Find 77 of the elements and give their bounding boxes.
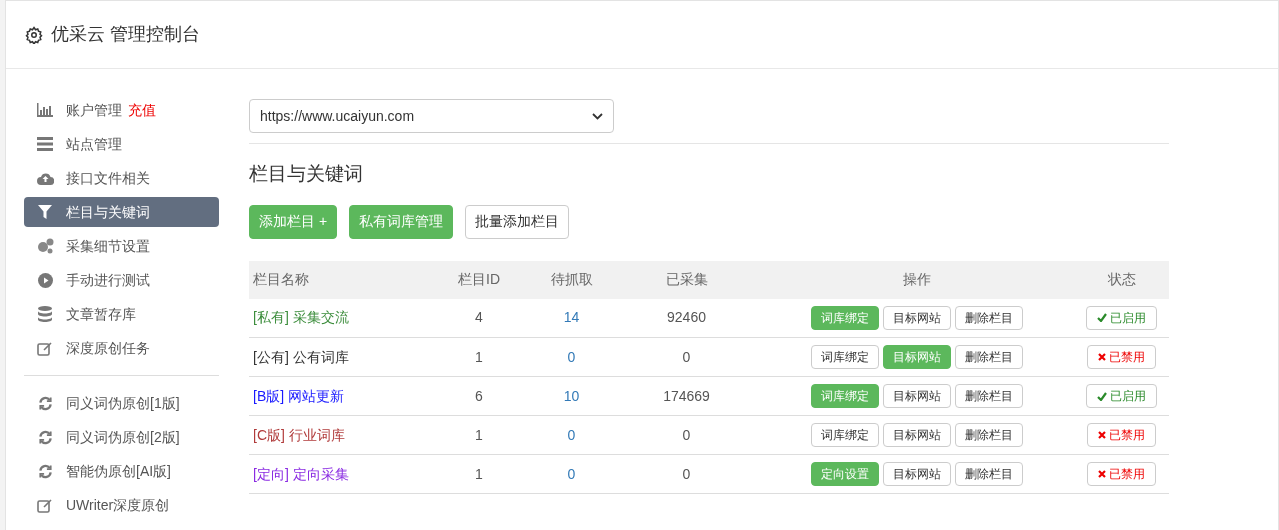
action-button[interactable]: 目标网站: [882, 423, 951, 447]
column-name: [定向] 定向采集: [249, 454, 429, 494]
table-cell: 6: [429, 376, 529, 416]
column-header: 栏目ID: [429, 260, 529, 299]
table-cell: 10: [529, 376, 614, 416]
check-icon: [1097, 313, 1107, 323]
sidebar-item[interactable]: 账户管理 充值: [24, 95, 219, 125]
sidebar-item[interactable]: 深度原创任务: [24, 333, 219, 363]
sidebar-item[interactable]: 接口文件相关: [24, 163, 219, 193]
table-cell: 0: [529, 415, 614, 455]
action-button[interactable]: 删除栏目: [954, 305, 1023, 330]
bar-chart-icon: [37, 103, 53, 117]
edit-icon: [37, 497, 53, 513]
sidebar-item[interactable]: 同义词伪原创[1版]: [24, 388, 219, 418]
action-button[interactable]: 词库绑定: [810, 345, 879, 369]
recharge-link[interactable]: 充值: [128, 99, 156, 121]
close-icon: [1098, 353, 1106, 361]
table-cell: 92460: [614, 298, 759, 338]
action-button[interactable]: 目标网站: [882, 305, 951, 330]
cloud-upload-icon: [36, 171, 54, 185]
settings-icon: [25, 25, 43, 44]
site-select[interactable]: https://www.ucaiyun.com: [249, 99, 614, 133]
table-cell: 1: [429, 415, 529, 455]
table-cell: 0: [614, 454, 759, 494]
column-name: [C版] 行业词库: [249, 415, 429, 455]
sidebar-item[interactable]: 站点管理: [24, 129, 219, 159]
action-button[interactable]: 目标网站: [882, 462, 951, 486]
chevron-down-icon: [592, 112, 603, 120]
table-cell: 174669: [614, 376, 759, 416]
edit-icon: [37, 340, 53, 356]
action-button[interactable]: 删除栏目: [954, 384, 1023, 408]
status-button[interactable]: 已禁用: [1087, 462, 1156, 486]
database-icon: [38, 306, 52, 322]
action-button[interactable]: 词库绑定: [810, 423, 879, 447]
action-button[interactable]: 删除栏目: [954, 345, 1023, 369]
play-circle-icon: [37, 272, 53, 288]
table-cell: 0: [529, 454, 614, 494]
table-cell: 0: [614, 415, 759, 455]
column-name: [B版] 网站更新: [249, 376, 429, 416]
table-cell: 4: [429, 298, 529, 338]
toolbar-button[interactable]: 批量添加栏目: [465, 204, 570, 239]
refresh-icon: [37, 395, 53, 411]
console-title: 优采云 管理控制台: [51, 23, 200, 46]
column-name: [公有] 公有词库: [249, 337, 429, 377]
table-cell: 0: [529, 337, 614, 377]
action-button[interactable]: 删除栏目: [954, 462, 1023, 486]
status-button[interactable]: 已启用: [1086, 384, 1157, 408]
action-button[interactable]: 删除栏目: [954, 423, 1023, 447]
section-title: 栏目与关键词: [249, 162, 364, 186]
close-icon: [1098, 431, 1106, 439]
table-cell: 1: [429, 337, 529, 377]
sidebar-item[interactable]: 智能伪原创[AI版]: [24, 456, 219, 486]
sidebar-item[interactable]: 手动进行测试: [24, 265, 219, 295]
column-header: 已采集: [614, 260, 759, 299]
status-button[interactable]: 已禁用: [1087, 423, 1156, 447]
action-button[interactable]: 目标网站: [882, 384, 951, 408]
sidebar-item[interactable]: 同义词伪原创[2版]: [24, 422, 219, 452]
column-header: 操作: [759, 260, 1074, 299]
sidebar-item[interactable]: 采集细节设置: [24, 231, 219, 261]
column-name: [私有] 采集交流: [249, 298, 429, 338]
status-button[interactable]: 已禁用: [1087, 345, 1156, 369]
check-icon: [1097, 391, 1107, 401]
column-header: 状态: [1074, 260, 1169, 299]
sidebar-item[interactable]: 文章暂存库: [24, 299, 219, 329]
filter-icon: [38, 205, 52, 219]
table-cell: 14: [529, 298, 614, 338]
server-icon: [37, 137, 53, 151]
column-header: 栏目名称: [249, 260, 429, 299]
close-icon: [1098, 470, 1106, 478]
sidebar-item[interactable]: UWriter深度原创: [24, 490, 219, 520]
refresh-icon: [37, 463, 53, 479]
column-header: 待抓取: [529, 260, 614, 299]
table-cell: 0: [614, 337, 759, 377]
status-button[interactable]: 已启用: [1086, 305, 1157, 330]
sidebar-item[interactable]: 栏目与关键词: [24, 197, 219, 227]
table-cell: 1: [429, 454, 529, 494]
refresh-icon: [37, 429, 53, 445]
